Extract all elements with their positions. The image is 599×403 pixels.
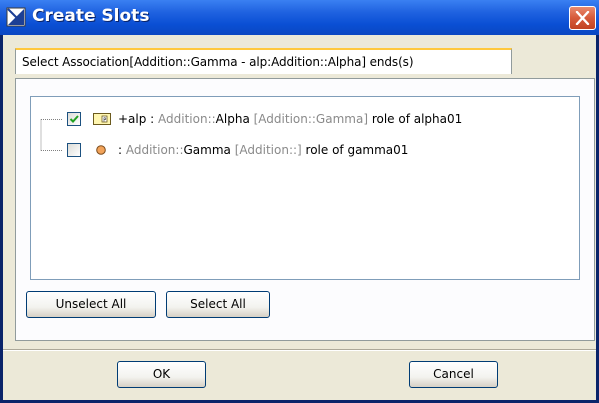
- item-type-scope: Addition::: [125, 143, 184, 157]
- diagram-icon: [6, 7, 26, 27]
- cancel-button[interactable]: Cancel: [409, 361, 498, 388]
- unselect-all-button[interactable]: Unselect All: [26, 291, 156, 318]
- select-all-button[interactable]: Select All: [166, 291, 270, 318]
- tab-strip: Select Association[Addition::Gamma - alp…: [15, 48, 597, 76]
- item-type-name: Gamma: [183, 143, 231, 157]
- create-slots-dialog: Create Slots Select Association[Addition…: [0, 0, 599, 403]
- item-name: +alp :: [118, 112, 159, 126]
- ok-button[interactable]: OK: [117, 361, 206, 388]
- dialog-body: Select Association[Addition::Gamma - alp…: [3, 35, 596, 400]
- svg-text:P: P: [103, 117, 106, 123]
- dialog-title: Create Slots: [32, 6, 150, 26]
- item-type-name: Alpha: [215, 112, 250, 126]
- tree-item-label: : Addition::Gamma [Addition::] role of g…: [118, 143, 408, 157]
- close-icon: [575, 11, 590, 25]
- checkbox-alp[interactable]: [67, 112, 81, 126]
- item-role: role of alpha01: [368, 112, 463, 126]
- checkmark-icon: [69, 115, 79, 123]
- item-owner: [Addition::Gamma]: [249, 112, 368, 126]
- tree-item-label: +alp : Addition::Alpha [Addition::Gamma]…: [118, 112, 462, 126]
- association-ends-tree[interactable]: P +alp : Addition::Alpha [Addition::Gamm…: [30, 96, 580, 280]
- close-button[interactable]: [569, 6, 596, 30]
- class-instance-icon: [95, 144, 107, 159]
- tab-panel: P +alp : Addition::Alpha [Addition::Gamm…: [15, 79, 595, 341]
- tab-select-association-ends[interactable]: Select Association[Addition::Gamma - alp…: [15, 48, 512, 74]
- item-owner: [Addition::]: [230, 143, 302, 157]
- checkbox-gamma[interactable]: [67, 143, 81, 157]
- tree-item-alp[interactable]: P +alp : Addition::Alpha [Addition::Gamm…: [31, 109, 571, 129]
- tab-label: Select Association[Addition::Gamma - alp…: [22, 55, 414, 69]
- tree-item-gamma[interactable]: : Addition::Gamma [Addition::] role of g…: [31, 140, 571, 160]
- item-name: :: [118, 143, 126, 157]
- item-type-scope: Addition::: [158, 112, 216, 126]
- title-bar[interactable]: Create Slots: [0, 0, 599, 35]
- item-role: role of gamma01: [301, 143, 409, 157]
- button-bar-separator: [3, 349, 596, 351]
- property-icon: P: [93, 113, 111, 128]
